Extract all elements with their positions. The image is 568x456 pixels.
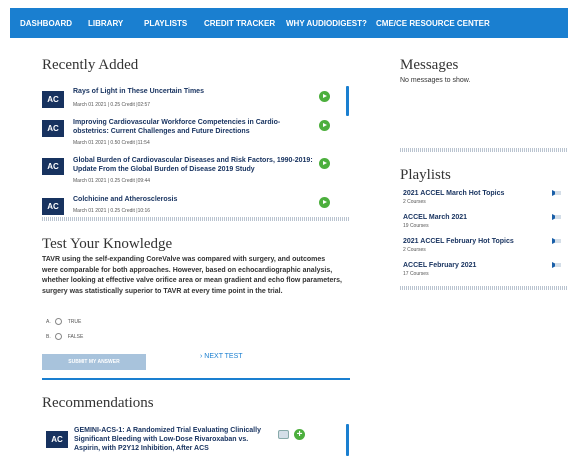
- playlist-play-icon[interactable]: [552, 238, 561, 244]
- course-meta: March 01 2021 | 0.25 Credit |02:57: [73, 102, 151, 108]
- chevron-right-icon: ›: [200, 353, 203, 360]
- next-test-link[interactable]: › NEXT TEST: [200, 353, 243, 360]
- playlist-item[interactable]: 2021 ACCEL February Hot Topics 2 Courses: [403, 238, 563, 253]
- course-title[interactable]: Global Burden of Cardiovascular Diseases…: [73, 156, 313, 174]
- playlist-item[interactable]: 2021 ACCEL March Hot Topics 2 Courses: [403, 190, 563, 205]
- course-meta: March 01 2021 | 0.50 Credit |11:54: [73, 140, 150, 146]
- option-letter: B.: [46, 333, 51, 340]
- test-your-knowledge-title: Test Your Knowledge: [42, 236, 173, 252]
- section-divider: [42, 378, 350, 380]
- playlist-title[interactable]: 2021 ACCEL March Hot Topics: [403, 190, 563, 197]
- playlist-title[interactable]: ACCEL February 2021: [403, 262, 563, 269]
- recently-added-scrollbar[interactable]: [346, 86, 349, 116]
- nav-library[interactable]: LIBRARY: [88, 19, 144, 28]
- section-divider: [42, 217, 350, 221]
- course-badge: AC: [46, 431, 68, 448]
- messages-empty-text: No messages to show.: [400, 77, 471, 84]
- nav-cme-resource-center[interactable]: CME/CE RESOURCE CENTER: [376, 19, 490, 28]
- recently-added-title: Recently Added: [42, 57, 139, 73]
- playlist-title[interactable]: ACCEL March 2021: [403, 214, 563, 221]
- playlist-count: 2 Courses: [403, 199, 426, 205]
- section-divider: [400, 286, 568, 290]
- play-icon[interactable]: [319, 158, 330, 169]
- course-badge: AC: [42, 120, 64, 137]
- playlist-count: 19 Courses: [403, 223, 429, 229]
- quiz-option-true[interactable]: A. TRUE: [46, 318, 81, 325]
- next-test-label: NEXT TEST: [204, 353, 243, 360]
- recommendations-scrollbar[interactable]: [346, 424, 349, 456]
- course-meta: March 01 2021 | 0.25 Credit |09:44: [73, 178, 151, 184]
- course-badge: AC: [42, 158, 64, 175]
- submit-answer-button[interactable]: SUBMIT MY ANSWER: [42, 354, 146, 370]
- option-label: FALSE: [67, 333, 84, 340]
- course-badge: AC: [42, 91, 64, 108]
- playlist-item[interactable]: ACCEL February 2021 17 Courses: [403, 262, 563, 277]
- play-icon[interactable]: [319, 197, 330, 208]
- course-meta: March 01 2021 | 0.25 Credit |10:16: [73, 208, 151, 214]
- recommendations-title: Recommendations: [42, 395, 154, 411]
- nav-dashboard[interactable]: DASHBOARD: [20, 19, 88, 28]
- radio-button[interactable]: [54, 318, 62, 325]
- recently-added-list: AC Rays of Light in These Uncertain Time…: [42, 82, 342, 216]
- playlist-play-icon[interactable]: [552, 214, 561, 220]
- radio-button[interactable]: [54, 333, 62, 340]
- add-icon[interactable]: +: [294, 429, 305, 440]
- course-badge: AC: [42, 198, 64, 215]
- recommendation-title[interactable]: GEMINI-ACS-1: A Randomized Trial Evaluat…: [74, 426, 274, 453]
- play-icon[interactable]: [319, 120, 330, 131]
- playlist-count: 17 Courses: [403, 271, 429, 277]
- play-icon[interactable]: [319, 91, 330, 102]
- option-letter: A.: [46, 318, 51, 325]
- course-title[interactable]: Rays of Light in These Uncertain Times: [73, 87, 313, 96]
- section-divider: [400, 148, 568, 152]
- playlist-count: 2 Courses: [403, 247, 426, 253]
- playlists-title: Playlists: [400, 167, 451, 183]
- playlist-play-icon[interactable]: [552, 262, 561, 268]
- quiz-question: TAVR using the self-expanding CoreValve …: [42, 256, 342, 295]
- quiz-option-false[interactable]: B. FALSE: [46, 333, 83, 340]
- nav-credit-tracker[interactable]: CREDIT TRACKER: [204, 19, 286, 28]
- course-title[interactable]: Colchicine and Atherosclerosis: [73, 195, 313, 204]
- playlist-play-icon[interactable]: [552, 190, 561, 196]
- top-nav: DASHBOARD LIBRARY PLAYLISTS CREDIT TRACK…: [10, 8, 568, 38]
- transcript-icon[interactable]: [278, 430, 289, 439]
- messages-title: Messages: [400, 57, 459, 73]
- playlist-item[interactable]: ACCEL March 2021 19 Courses: [403, 214, 563, 229]
- nav-why-audiodigest[interactable]: WHY AUDIODIGEST?: [286, 19, 376, 28]
- option-label: TRUE: [67, 318, 82, 325]
- nav-playlists[interactable]: PLAYLISTS: [144, 19, 204, 28]
- course-title[interactable]: Improving Cardiovascular Workforce Compe…: [73, 118, 313, 136]
- playlist-title[interactable]: 2021 ACCEL February Hot Topics: [403, 238, 563, 245]
